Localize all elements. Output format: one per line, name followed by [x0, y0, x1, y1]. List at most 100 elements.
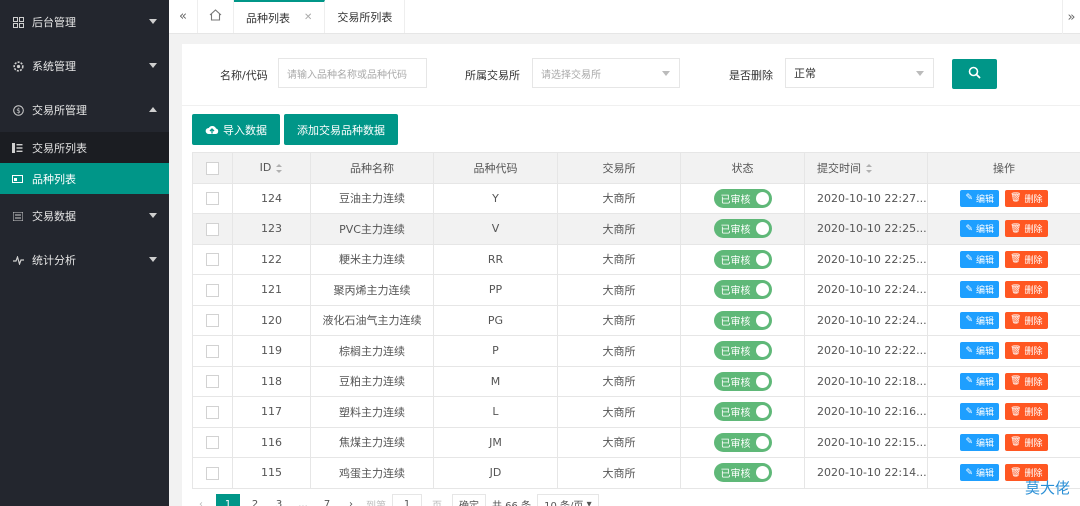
- goto-page-input[interactable]: 1: [392, 494, 422, 506]
- toggle-knob: [755, 252, 769, 266]
- delete-label: 删除: [1024, 347, 1043, 358]
- chevron-up-icon: [149, 107, 157, 112]
- status-toggle[interactable]: 已审核: [713, 463, 772, 483]
- edit-button[interactable]: ✎ 编辑: [960, 220, 1000, 238]
- row-checkbox[interactable]: [206, 466, 219, 480]
- table-row: 116 焦煤主力连续 JM 大商所 已审核 2020-10-10 22:15... ✎ 编辑 🗑…: [192, 426, 1080, 458]
- cell-exchange: 大商所: [557, 457, 681, 489]
- cell-ops: ✎ 编辑 🗑 删除: [927, 335, 1080, 367]
- cell-code: L: [433, 396, 558, 428]
- delete-button[interactable]: 🗑 删除: [1005, 342, 1048, 360]
- next-page-button[interactable]: ›: [342, 494, 360, 506]
- status-toggle[interactable]: 已审核: [713, 310, 772, 330]
- header-ops: 操作: [927, 152, 1080, 184]
- sidebar-item-trade-data[interactable]: 交易数据: [0, 194, 169, 238]
- sidebar-item-backend[interactable]: 后台管理: [0, 0, 169, 44]
- status-toggle[interactable]: 已审核: [713, 188, 772, 208]
- status-toggle[interactable]: 已审核: [713, 402, 772, 422]
- page-7-button[interactable]: 7: [318, 494, 336, 506]
- edit-label: 编辑: [976, 377, 995, 388]
- status-toggle[interactable]: 已审核: [713, 371, 772, 391]
- cell-time: 2020-10-10 22:25...: [804, 243, 928, 275]
- chevron-down-icon: [149, 213, 157, 218]
- row-checkbox[interactable]: [206, 192, 219, 205]
- row-checkbox[interactable]: [206, 405, 219, 419]
- delete-button[interactable]: 🗑 删除: [1005, 250, 1048, 268]
- home-tab[interactable]: [198, 0, 234, 33]
- delete-button[interactable]: 🗑 删除: [1005, 281, 1048, 299]
- cell-time: 2020-10-10 22:18...: [804, 365, 928, 397]
- prev-page-button[interactable]: ‹: [192, 494, 210, 506]
- status-toggle[interactable]: 已审核: [713, 341, 772, 361]
- sort-icon[interactable]: [276, 163, 283, 173]
- cell-code: V: [433, 213, 558, 245]
- row-checkbox[interactable]: [206, 375, 219, 388]
- cell-code: JD: [433, 457, 558, 489]
- edit-button[interactable]: ✎ 编辑: [960, 372, 1000, 390]
- sidebar-item-statistics[interactable]: 统计分析: [0, 238, 169, 282]
- name-code-input[interactable]: 请输入品种名称或品种代码: [278, 58, 427, 88]
- delete-button[interactable]: 🗑 删除: [1005, 403, 1048, 421]
- page-2-button[interactable]: 2: [246, 494, 264, 506]
- cell-status: 已审核: [680, 457, 805, 489]
- pencil-icon: ✎: [965, 223, 974, 234]
- row-checkbox[interactable]: [206, 283, 219, 297]
- status-toggle[interactable]: 已审核: [713, 280, 772, 300]
- row-checkbox[interactable]: [206, 344, 219, 358]
- edit-button[interactable]: ✎ 编辑: [960, 189, 1000, 207]
- row-checkbox[interactable]: [206, 436, 219, 449]
- delete-button[interactable]: 🗑 删除: [1005, 189, 1048, 207]
- header-id[interactable]: ID: [232, 152, 311, 184]
- goto-confirm-button[interactable]: 确定: [452, 494, 486, 506]
- tab-label: 交易所列表: [337, 10, 393, 24]
- cloud-upload-icon: [205, 124, 219, 135]
- table-row: 121 聚丙烯主力连续 PP 大商所 已审核 2020-10-10 22:24... ✎ 编辑…: [192, 274, 1080, 306]
- row-checkbox[interactable]: [206, 253, 219, 266]
- sidebar-item-exchange-mgmt[interactable]: $ 交易所管理: [0, 88, 169, 132]
- cell-ops: ✎ 编辑 🗑 删除: [927, 396, 1080, 428]
- exchange-select[interactable]: 请选择交易所: [532, 58, 680, 88]
- scroll-tabs-right-button[interactable]: »: [1062, 0, 1080, 34]
- delete-button[interactable]: 🗑 删除: [1005, 220, 1048, 238]
- import-data-button[interactable]: 导入数据: [192, 114, 280, 145]
- edit-button[interactable]: ✎ 编辑: [960, 403, 1000, 421]
- collapse-sidebar-button[interactable]: «: [169, 0, 198, 33]
- deleted-select[interactable]: 正常: [785, 58, 934, 88]
- edit-button[interactable]: ✎ 编辑: [960, 250, 1000, 268]
- sidebar-item-system[interactable]: 系统管理: [0, 44, 169, 88]
- search-button[interactable]: [952, 59, 997, 89]
- per-page-value: 10 条/页: [544, 500, 584, 506]
- page-1-button[interactable]: 1: [216, 494, 240, 506]
- edit-button[interactable]: ✎ 编辑: [960, 433, 1000, 451]
- select-all-checkbox[interactable]: [206, 161, 219, 175]
- delete-button[interactable]: 🗑 删除: [1005, 433, 1048, 451]
- pencil-icon: ✎: [965, 406, 974, 417]
- edit-button[interactable]: ✎ 编辑: [960, 281, 1000, 299]
- coin-icon: $: [12, 104, 24, 116]
- per-page-select[interactable]: 10 条/页 ▾: [537, 494, 599, 506]
- status-toggle[interactable]: 已审核: [713, 432, 772, 452]
- add-variety-button[interactable]: 添加交易品种数据: [284, 114, 398, 145]
- edit-button[interactable]: ✎ 编辑: [960, 464, 1000, 482]
- tab-variety-list[interactable]: 品种列表 ✕: [234, 0, 326, 33]
- cell-id: 121: [232, 274, 311, 306]
- select-all-cell: [192, 152, 233, 184]
- delete-button[interactable]: 🗑 删除: [1005, 372, 1048, 390]
- sidebar-item-variety-list[interactable]: 品种列表: [0, 163, 169, 194]
- row-checkbox[interactable]: [206, 314, 219, 327]
- row-checkbox[interactable]: [206, 222, 219, 236]
- status-toggle[interactable]: 已审核: [713, 219, 772, 239]
- edit-button[interactable]: ✎ 编辑: [960, 342, 1000, 360]
- close-icon[interactable]: ✕: [304, 12, 312, 23]
- delete-button[interactable]: 🗑 删除: [1005, 311, 1048, 329]
- edit-button[interactable]: ✎ 编辑: [960, 311, 1000, 329]
- header-id-label: ID: [259, 161, 272, 175]
- tab-exchange-list[interactable]: 交易所列表: [325, 0, 406, 33]
- edit-label: 编辑: [976, 255, 995, 266]
- cell-ops: ✎ 编辑 🗑 删除: [927, 274, 1080, 306]
- status-toggle[interactable]: 已审核: [713, 249, 772, 269]
- sort-icon[interactable]: [866, 164, 873, 174]
- header-time[interactable]: 提交时间: [804, 152, 928, 184]
- sidebar-item-exchange-list[interactable]: 交易所列表: [0, 132, 169, 163]
- page-3-button[interactable]: 3: [270, 494, 288, 506]
